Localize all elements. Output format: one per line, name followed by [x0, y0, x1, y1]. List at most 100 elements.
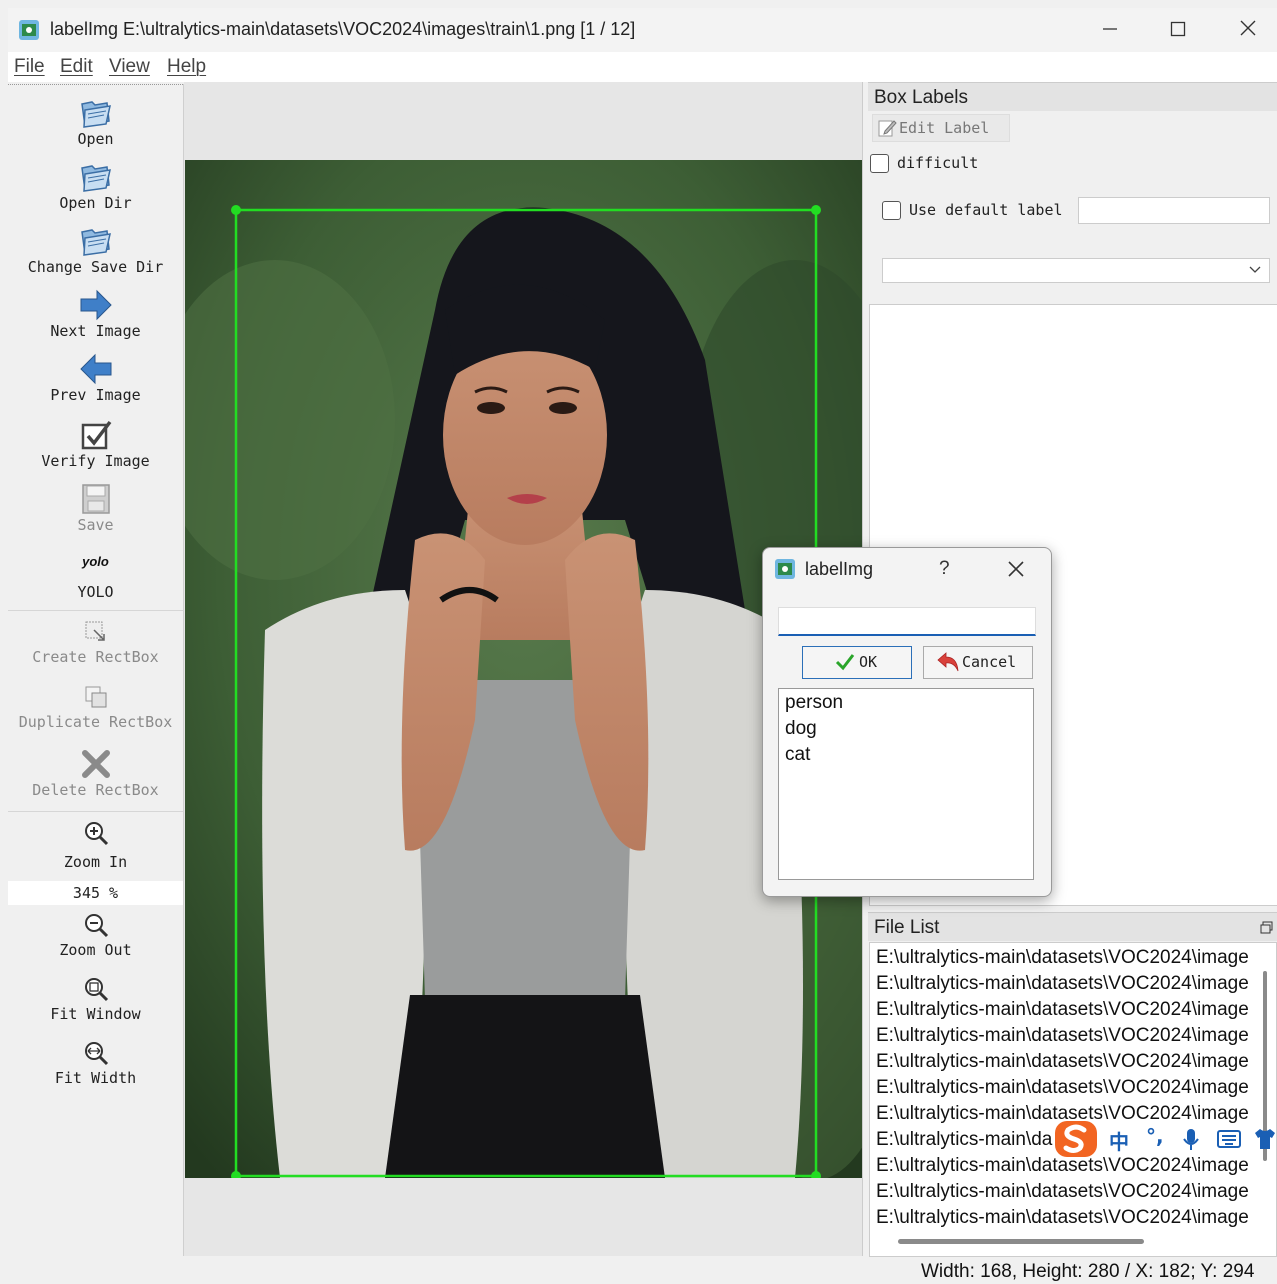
sogou-logo-icon[interactable]: [1052, 1118, 1102, 1160]
difficult-label: difficult: [897, 154, 979, 172]
label-combo-box[interactable]: [882, 258, 1270, 283]
menu-bar: File Edit View Help: [8, 52, 1277, 82]
toolbar-separator: [8, 811, 183, 812]
ok-button[interactable]: OK: [802, 646, 912, 679]
file-list[interactable]: E:\ultralytics-main\datasets\VOC2024\ima…: [869, 942, 1277, 1257]
zoom-value-spinbox[interactable]: 345 %: [8, 881, 183, 905]
list-item[interactable]: E:\ultralytics-main\datasets\VOC2024\ima…: [876, 1051, 1256, 1073]
list-item[interactable]: E:\ultralytics-main\datasets\VOC2024\ima…: [876, 1207, 1256, 1229]
difficult-checkbox[interactable]: [870, 154, 889, 173]
change-save-dir-button[interactable]: Change Save Dir: [8, 224, 183, 276]
edit-label-button[interactable]: Edit Label: [872, 114, 1010, 142]
create-rectbox-button[interactable]: Create RectBox: [8, 618, 183, 666]
zoom-in-button[interactable]: Zoom In: [8, 819, 183, 871]
yolo-label: YOLO: [77, 583, 114, 601]
status-text: Width: 168, Height: 280 / X: 182; Y: 294: [921, 1261, 1255, 1282]
maximize-button[interactable]: [1158, 16, 1198, 44]
file-list-panel: File List E:\ultralytics-main\datasets\V…: [868, 912, 1277, 1257]
zoom-in-label: Zoom In: [63, 853, 128, 871]
ok-label: OK: [859, 653, 878, 671]
menu-view[interactable]: View: [109, 56, 150, 78]
delete-rectbox-button[interactable]: Delete RectBox: [8, 748, 183, 799]
open-dir-label: Open Dir: [59, 194, 132, 212]
menu-help[interactable]: Help: [167, 56, 206, 78]
save-icon: [81, 484, 110, 514]
window-title: labelImg E:\ultralytics-main\datasets\VO…: [50, 19, 636, 39]
verify-image-button[interactable]: Verify Image: [8, 418, 183, 470]
box-labels-title: Box Labels: [874, 87, 969, 108]
ime-punctuation-toggle[interactable]: °,: [1146, 1124, 1164, 1148]
create-rectbox-label: Create RectBox: [32, 648, 159, 666]
use-default-label-label: Use default label: [909, 201, 1063, 219]
ime-toolbar: 中 °,: [1052, 1118, 1277, 1160]
delete-rectbox-label: Delete RectBox: [32, 781, 159, 799]
default-label-input[interactable]: [1078, 197, 1270, 224]
zoom-out-button[interactable]: Zoom Out: [8, 911, 183, 959]
ime-language-toggle[interactable]: 中: [1109, 1126, 1129, 1155]
list-item[interactable]: E:\ultralytics-main\datasets\VOC2024\ima…: [876, 1077, 1256, 1099]
fit-window-label: Fit Window: [50, 1005, 141, 1023]
fit-width-button[interactable]: Fit Width: [8, 1039, 183, 1087]
list-item[interactable]: cat: [785, 744, 810, 766]
list-item[interactable]: dog: [785, 718, 817, 740]
close-icon[interactable]: [1007, 560, 1025, 578]
maximize-icon: [1170, 21, 1186, 37]
next-image-label: Next Image: [50, 322, 141, 340]
menu-edit[interactable]: Edit: [60, 56, 93, 78]
cancel-label: Cancel: [962, 653, 1017, 671]
open-dir-button[interactable]: Open Dir: [8, 160, 183, 212]
next-image-button[interactable]: Next Image: [8, 288, 183, 340]
open-label: Open: [77, 130, 114, 148]
duplicate-icon: [85, 686, 106, 708]
label-history-list[interactable]: person dog cat: [778, 688, 1034, 880]
use-default-label-checkbox[interactable]: [882, 201, 901, 220]
list-item[interactable]: E:\ultralytics-main\datasets\VOC2024\ima…: [876, 1181, 1256, 1203]
prev-image-button[interactable]: Prev Image: [8, 352, 183, 404]
list-item[interactable]: E:\ultralytics-main\datasets\VOC2024\ima…: [876, 1025, 1256, 1047]
bbox-corner-handle[interactable]: [811, 205, 821, 215]
checkbox-checked-icon: [81, 420, 111, 450]
save-button[interactable]: Save: [8, 482, 183, 534]
list-item[interactable]: E:\ultralytics-main\datasets\VOC2024\ima…: [876, 947, 1256, 969]
file-list-header: File List: [868, 912, 1277, 941]
cancel-button[interactable]: Cancel: [923, 646, 1033, 679]
annotated-photo: [185, 160, 862, 1178]
microphone-icon[interactable]: [1182, 1128, 1200, 1152]
fit-window-button[interactable]: Fit Window: [8, 975, 183, 1023]
status-bar: Width: 168, Height: 280 / X: 182; Y: 294: [0, 1258, 1277, 1284]
list-item[interactable]: E:\ultralytics-main\datasets\VOC2024\ima…: [876, 973, 1256, 995]
open-button[interactable]: Open: [8, 96, 183, 148]
list-item[interactable]: person: [785, 692, 843, 714]
fit-window-icon: [84, 978, 108, 1002]
minimize-icon: [1103, 28, 1117, 30]
duplicate-rectbox-button[interactable]: Duplicate RectBox: [8, 683, 183, 731]
undo-arrow-icon: [937, 652, 959, 672]
help-button[interactable]: ?: [939, 558, 950, 580]
close-window-button[interactable]: [1228, 16, 1268, 44]
checkmark-icon: [835, 654, 855, 671]
box-labels-header: Box Labels: [868, 82, 1277, 111]
folder-open-icon: [80, 165, 111, 192]
float-panel-icon[interactable]: [1260, 921, 1273, 934]
toolbar-separator: [8, 610, 183, 611]
horizontal-scrollbar[interactable]: [898, 1239, 1144, 1244]
change-save-dir-label: Change Save Dir: [27, 258, 164, 276]
arrow-right-icon: [80, 289, 112, 321]
yolo-icon: yolo: [82, 554, 109, 569]
skin-shirt-icon[interactable]: [1253, 1128, 1277, 1150]
fit-width-label: Fit Width: [54, 1069, 137, 1087]
bbox-corner-handle[interactable]: [231, 205, 241, 215]
menu-file[interactable]: File: [14, 56, 45, 78]
duplicate-rectbox-label: Duplicate RectBox: [18, 713, 173, 731]
label-input[interactable]: [778, 607, 1036, 636]
keyboard-icon[interactable]: [1217, 1130, 1241, 1148]
folder-open-icon: [80, 229, 111, 256]
yolo-format-button[interactable]: yolo YOLO: [8, 550, 183, 601]
verify-image-label: Verify Image: [41, 452, 150, 470]
chevron-down-icon: [1249, 266, 1261, 273]
list-item[interactable]: E:\ultralytics-main\datasets\VOC2024\ima…: [876, 999, 1256, 1021]
prev-image-label: Prev Image: [50, 386, 141, 404]
folder-open-icon: [80, 101, 111, 128]
minimize-button[interactable]: [1090, 16, 1130, 44]
save-label: Save: [77, 516, 114, 534]
